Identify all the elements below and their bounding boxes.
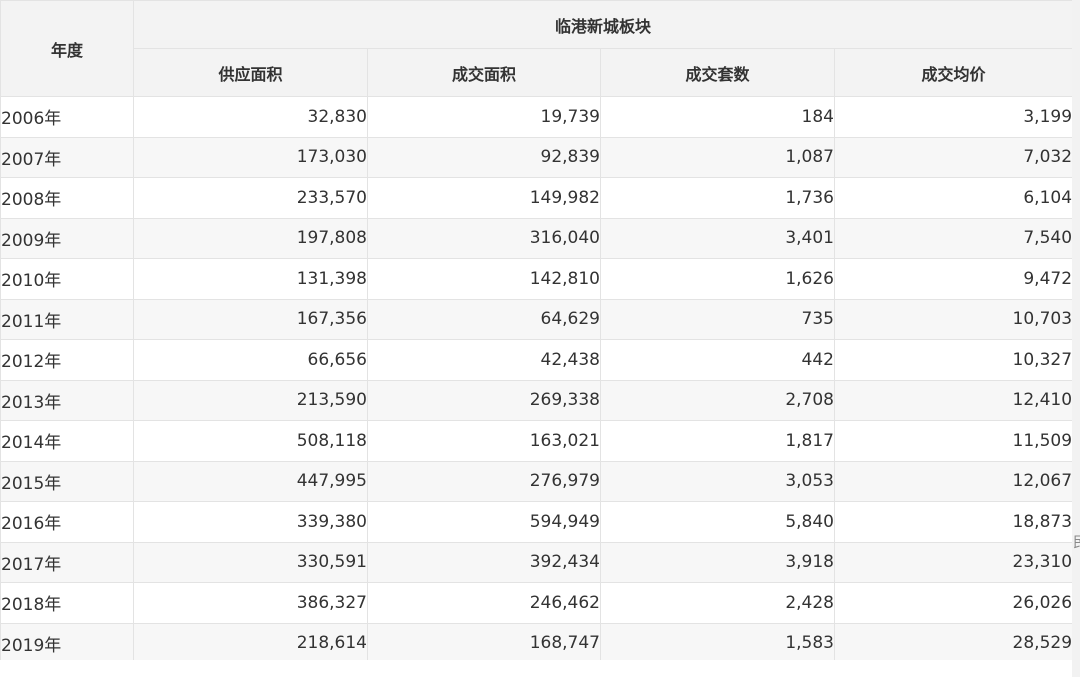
- table-row: 2009年 197,808 316,040 3,401 7,540: [0, 217, 1072, 259]
- header-row-group: 年度 临港新城板块: [0, 0, 1072, 97]
- cell-deal-area: 269,338: [367, 379, 601, 421]
- year-cell: 2019年: [0, 622, 134, 660]
- cell-deal-area: 168,747: [367, 622, 601, 660]
- year-cell: 2007年: [0, 136, 134, 178]
- cell-deal-area: 392,434: [367, 541, 601, 583]
- cell-deal-units: 5,840: [600, 501, 835, 543]
- cell-deal-area: 163,021: [367, 420, 601, 462]
- table-row: 2016年 339,380 594,949 5,840 18,873: [0, 501, 1072, 543]
- cell-avg-price: 28,529: [833, 622, 1072, 660]
- cell-deal-area: 64,629: [367, 298, 601, 340]
- cell-supply-area: 386,327: [133, 582, 368, 624]
- cell-avg-price: 7,032: [833, 136, 1072, 178]
- year-cell: 2011年: [0, 298, 134, 340]
- cell-deal-area: 316,040: [367, 217, 601, 259]
- cell-avg-price: 10,703: [833, 298, 1072, 340]
- cell-supply-area: 66,656: [133, 339, 368, 381]
- cell-deal-area: 246,462: [367, 582, 601, 624]
- year-header: 年度: [0, 0, 134, 97]
- cell-deal-units: 2,708: [600, 379, 835, 421]
- table-row: 2012年 66,656 42,438 442 10,327: [0, 339, 1072, 381]
- cell-avg-price: 18,873: [833, 501, 1072, 543]
- cell-avg-price: 26,026: [833, 582, 1072, 624]
- cell-deal-area: 19,739: [367, 96, 601, 138]
- cell-supply-area: 233,570: [133, 177, 368, 219]
- column-header-deal-units: 成交套数: [600, 48, 835, 97]
- table-row: 2006年 32,830 19,739 184 3,199: [0, 96, 1072, 138]
- table-row: 2014年 508,118 163,021 1,817 11,509: [0, 420, 1072, 462]
- table-row: 2007年 173,030 92,839 1,087 7,032: [0, 136, 1072, 178]
- cropped-bottom-strip: [0, 660, 1080, 677]
- year-cell: 2015年: [0, 460, 134, 502]
- cell-supply-area: 197,808: [133, 217, 368, 259]
- cell-deal-area: 594,949: [367, 501, 601, 543]
- year-cell: 2012年: [0, 339, 134, 381]
- cell-avg-price: 9,472: [833, 258, 1072, 300]
- cell-avg-price: 12,067: [833, 460, 1072, 502]
- year-cell: 2008年: [0, 177, 134, 219]
- cell-supply-area: 218,614: [133, 622, 368, 660]
- table-row: 2010年 131,398 142,810 1,626 9,472: [0, 258, 1072, 300]
- cell-avg-price: 6,104: [833, 177, 1072, 219]
- cell-deal-units: 1,626: [600, 258, 835, 300]
- cell-supply-area: 339,380: [133, 501, 368, 543]
- column-header-avg-price: 成交均价: [833, 48, 1072, 97]
- cell-supply-area: 173,030: [133, 136, 368, 178]
- cell-deal-units: 1,817: [600, 420, 835, 462]
- cell-deal-units: 2,428: [600, 582, 835, 624]
- cell-deal-units: 1,736: [600, 177, 835, 219]
- year-cell: 2013年: [0, 379, 134, 421]
- cell-deal-area: 142,810: [367, 258, 601, 300]
- cell-deal-units: 735: [600, 298, 835, 340]
- cell-avg-price: 12,410: [833, 379, 1072, 421]
- cell-supply-area: 447,995: [133, 460, 368, 502]
- cell-deal-units: 1,087: [600, 136, 835, 178]
- column-header-supply-area: 供应面积: [133, 48, 368, 97]
- year-cell: 2014年: [0, 420, 134, 462]
- table-row: 2018年 386,327 246,462 2,428 26,026: [0, 582, 1072, 624]
- cell-supply-area: 330,591: [133, 541, 368, 583]
- cell-deal-units: 1,583: [600, 622, 835, 660]
- cell-deal-units: 3,401: [600, 217, 835, 259]
- cell-supply-area: 508,118: [133, 420, 368, 462]
- cell-avg-price: 11,509: [833, 420, 1072, 462]
- year-cell: 2009年: [0, 217, 134, 259]
- column-header-deal-area: 成交面积: [367, 48, 601, 97]
- cell-avg-price: 3,199: [833, 96, 1072, 138]
- cell-deal-area: 42,438: [367, 339, 601, 381]
- table-row: 2015年 447,995 276,979 3,053 12,067: [0, 460, 1072, 502]
- cell-deal-area: 276,979: [367, 460, 601, 502]
- cell-avg-price: 7,540: [833, 217, 1072, 259]
- table-row: 2019年 218,614 168,747 1,583 28,529: [0, 622, 1072, 660]
- table-row: 2008年 233,570 149,982 1,736 6,104: [0, 177, 1072, 219]
- cell-avg-price: 23,310: [833, 541, 1072, 583]
- cell-supply-area: 167,356: [133, 298, 368, 340]
- group-header: 临港新城板块: [132, 0, 1072, 49]
- cell-deal-area: 92,839: [367, 136, 601, 178]
- year-cell: 2018年: [0, 582, 134, 624]
- cell-supply-area: 32,830: [133, 96, 368, 138]
- table-row: 2011年 167,356 64,629 735 10,703: [0, 298, 1072, 340]
- table-row: 2017年 330,591 392,434 3,918 23,310: [0, 541, 1072, 583]
- edge-text-fragment: 民: [1073, 534, 1080, 552]
- cell-avg-price: 10,327: [833, 339, 1072, 381]
- cell-supply-area: 131,398: [133, 258, 368, 300]
- data-table: 年度 临港新城板块 供应面积 成交面积 成交套数 成交均价 2006年 32,83…: [0, 0, 1072, 660]
- cell-supply-area: 213,590: [133, 379, 368, 421]
- cell-deal-units: 442: [600, 339, 835, 381]
- cell-deal-units: 3,053: [600, 460, 835, 502]
- year-cell: 2016年: [0, 501, 134, 543]
- table-frame: 年度 临港新城板块 供应面积 成交面积 成交套数 成交均价 2006年 32,83…: [0, 0, 1072, 660]
- year-cell: 2006年: [0, 96, 134, 138]
- cell-deal-units: 184: [600, 96, 835, 138]
- cell-deal-units: 3,918: [600, 541, 835, 583]
- right-edge-strip: [1072, 0, 1080, 677]
- year-cell: 2017年: [0, 541, 134, 583]
- year-cell: 2010年: [0, 258, 134, 300]
- table-row: 2013年 213,590 269,338 2,708 12,410: [0, 379, 1072, 421]
- cell-deal-area: 149,982: [367, 177, 601, 219]
- table-body: 2006年 32,830 19,739 184 3,199 2007年 173,030 92,…: [0, 96, 1072, 660]
- header-row-columns: 供应面积 成交面积 成交套数 成交均价: [1, 48, 1072, 97]
